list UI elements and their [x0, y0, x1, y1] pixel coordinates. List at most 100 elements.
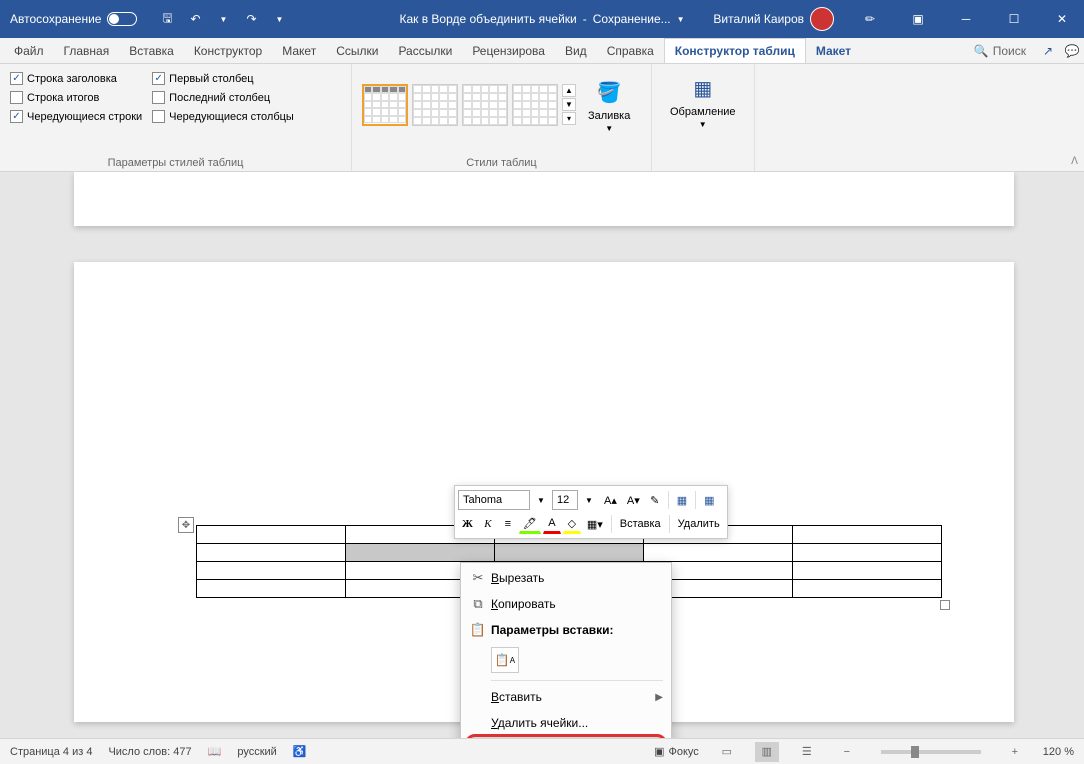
search-icon: 🔍: [974, 44, 989, 58]
save-icon[interactable]: 🖫: [157, 9, 177, 29]
close-icon[interactable]: ✕: [1040, 0, 1084, 38]
menu-delete-cells[interactable]: Удалить ячейки...: [461, 710, 671, 736]
borders-mini-icon[interactable]: ▦▾: [583, 514, 607, 534]
tab-layout[interactable]: Макет: [272, 38, 326, 63]
gallery-scroll: ▲ ▼ ▾: [562, 84, 576, 125]
table-style-thumb[interactable]: [412, 84, 458, 126]
tab-mailings[interactable]: Рассылки: [388, 38, 462, 63]
saving-status: Сохранение...: [593, 12, 671, 26]
check-banded-columns[interactable]: Чередующиеся столбцы: [152, 110, 294, 123]
menu-paste-options-header: 📋 Параметры вставки:: [461, 617, 671, 643]
bold-button[interactable]: Ж: [458, 514, 477, 534]
font-dropdown-icon[interactable]: ▼: [532, 490, 550, 510]
status-language[interactable]: русский: [237, 746, 276, 758]
user-account[interactable]: Виталий Каиров: [703, 7, 844, 31]
redo-icon[interactable]: ↷: [241, 9, 261, 29]
undo-dropdown-icon[interactable]: ▼: [213, 9, 233, 29]
focus-mode[interactable]: ▣ Фокус: [654, 745, 699, 758]
table-style-thumb[interactable]: [512, 84, 558, 126]
gallery-up-icon[interactable]: ▲: [562, 84, 576, 97]
group-label-styles: Стили таблиц: [362, 155, 641, 169]
paste-option-icon[interactable]: 📋A: [491, 647, 519, 673]
highlight-icon[interactable]: 🖊: [519, 514, 541, 534]
gallery-more-icon[interactable]: ▾: [562, 112, 576, 125]
grow-font-icon[interactable]: A▴: [600, 490, 621, 510]
search-label: Поиск: [993, 44, 1026, 58]
group-table-styles: ▲ ▼ ▾ 🪣 Заливка ▼ Стили таблиц: [352, 64, 652, 171]
tab-table-design[interactable]: Конструктор таблиц: [664, 38, 806, 63]
maximize-icon[interactable]: ☐: [992, 0, 1036, 38]
collapse-ribbon-icon[interactable]: ᐱ: [1071, 156, 1078, 167]
check-header-row[interactable]: Строка заголовка: [10, 72, 142, 85]
title-bar: Автосохранение 🖫 ↶ ▼ ↷ ▼ Как в Ворде объ…: [0, 0, 1084, 38]
scissors-icon: ✂: [465, 570, 491, 586]
status-page[interactable]: Страница 4 из 4: [10, 746, 92, 758]
insert-label[interactable]: Вставка: [616, 518, 665, 530]
tab-design[interactable]: Конструктор: [184, 38, 272, 63]
shrink-font-icon[interactable]: A▾: [623, 490, 644, 510]
copy-icon: ⧉: [465, 596, 491, 612]
ribbon-display-icon[interactable]: ▣: [896, 0, 940, 38]
document-title: Как в Ворде объединить ячейки: [399, 12, 576, 26]
view-web-icon[interactable]: ☰: [795, 742, 819, 762]
check-last-column[interactable]: Последний столбец: [152, 91, 294, 104]
status-accessibility-icon[interactable]: ♿: [293, 745, 307, 758]
comments-icon[interactable]: 💬: [1060, 38, 1084, 63]
font-color-icon[interactable]: A: [543, 514, 561, 534]
tab-help[interactable]: Справка: [597, 38, 664, 63]
share-icon[interactable]: ↗: [1036, 38, 1060, 63]
table-row: [197, 544, 942, 562]
shading-mini-icon[interactable]: ◇: [563, 514, 581, 534]
check-total-row[interactable]: Строка итогов: [10, 91, 142, 104]
tab-home[interactable]: Главная: [54, 38, 120, 63]
status-word-count[interactable]: Число слов: 477: [108, 746, 191, 758]
menu-copy[interactable]: ⧉ Копировать: [461, 591, 671, 617]
italic-button[interactable]: К: [479, 514, 497, 534]
tab-review[interactable]: Рецензирова: [462, 38, 555, 63]
undo-icon[interactable]: ↶: [185, 9, 205, 29]
format-painter-icon[interactable]: ✎: [646, 490, 664, 510]
tab-file[interactable]: Файл: [4, 38, 54, 63]
view-print-icon[interactable]: ▥: [755, 742, 779, 762]
group-table-style-options: Строка заголовка Строка итогов Чередующи…: [0, 64, 352, 171]
zoom-in-button[interactable]: +: [1003, 742, 1027, 762]
zoom-level[interactable]: 120 %: [1043, 746, 1074, 758]
qat-customize-icon[interactable]: ▼: [269, 9, 289, 29]
tab-view[interactable]: Вид: [555, 38, 597, 63]
delete-label[interactable]: Удалить: [674, 518, 724, 530]
page-previous: [74, 172, 1014, 226]
table-style-thumb[interactable]: [362, 84, 408, 126]
font-size-input[interactable]: [552, 490, 578, 510]
tab-references[interactable]: Ссылки: [326, 38, 388, 63]
table-style-thumb[interactable]: [462, 84, 508, 126]
check-first-column[interactable]: Первый столбец: [152, 72, 294, 85]
check-banded-rows[interactable]: Чередующиеся строки: [10, 110, 142, 123]
insert-cells-icon[interactable]: ▦: [673, 490, 691, 510]
font-name-input[interactable]: [458, 490, 530, 510]
shading-button[interactable]: 🪣 Заливка ▼: [580, 72, 638, 137]
autosave-label: Автосохранение: [10, 12, 101, 26]
title-dropdown-icon[interactable]: ▼: [677, 15, 685, 24]
coming-soon-icon[interactable]: ✏: [848, 0, 892, 38]
focus-icon: ▣: [654, 745, 664, 758]
tab-insert[interactable]: Вставка: [119, 38, 184, 63]
view-read-icon[interactable]: ▭: [715, 742, 739, 762]
autosave-toggle[interactable]: [107, 12, 137, 26]
align-icon[interactable]: ≡: [499, 514, 517, 534]
menu-cut[interactable]: ✂ Вырезать: [461, 565, 671, 591]
table-resize-handle[interactable]: [940, 600, 950, 610]
delete-cells-icon[interactable]: ▦: [700, 490, 718, 510]
zoom-slider[interactable]: [881, 750, 981, 754]
autosave-area: Автосохранение: [0, 12, 147, 26]
borders-button[interactable]: ▦ Обрамление ▼: [662, 68, 744, 167]
zoom-out-button[interactable]: −: [835, 742, 859, 762]
search-box[interactable]: 🔍 Поиск: [964, 38, 1036, 63]
gallery-down-icon[interactable]: ▼: [562, 98, 576, 111]
size-dropdown-icon[interactable]: ▼: [580, 490, 598, 510]
tab-table-layout[interactable]: Макет: [806, 38, 861, 63]
borders-icon: ▦: [687, 72, 719, 104]
minimize-icon[interactable]: ─: [944, 0, 988, 38]
table-move-handle[interactable]: ✥: [178, 517, 194, 533]
menu-insert[interactable]: Вставить ▶: [461, 684, 671, 710]
status-proofing-icon[interactable]: 📖: [208, 745, 222, 758]
